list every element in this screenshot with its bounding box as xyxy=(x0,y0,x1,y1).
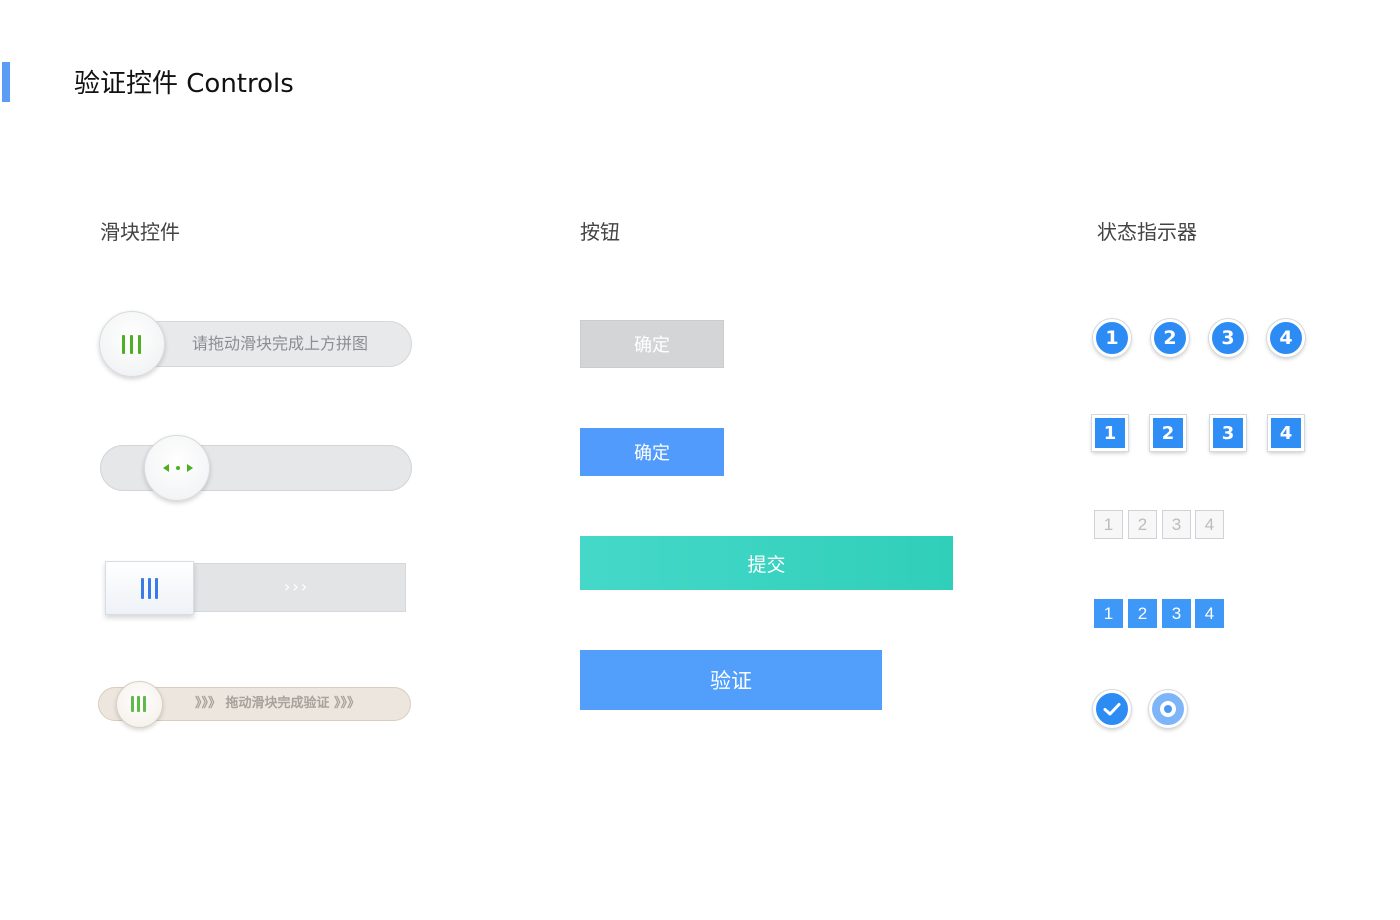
section-title-buttons: 按钮 xyxy=(580,220,620,244)
radio-selected-icon xyxy=(1160,701,1176,717)
step-circle-3[interactable]: 3 xyxy=(1209,319,1247,357)
page-title: 验证控件 Controls xyxy=(74,69,294,99)
grip-lines-icon xyxy=(131,696,146,712)
slider4-hint: 》》》 拖动滑块完成验证 》》》 xyxy=(195,696,361,711)
step-square-4[interactable]: 4 xyxy=(1268,415,1304,451)
title-accent-bar xyxy=(2,62,10,102)
grip-lines-icon xyxy=(141,578,158,599)
page-box-outline-3[interactable]: 3 xyxy=(1162,510,1191,539)
check-icon xyxy=(1103,703,1121,716)
step-square-1[interactable]: 1 xyxy=(1092,415,1128,451)
slider1-handle[interactable] xyxy=(99,311,165,377)
page-box-filled-1[interactable]: 1 xyxy=(1094,599,1123,628)
section-title-indicators: 状态指示器 xyxy=(1097,220,1197,244)
slider1-hint: 请拖动滑块完成上方拼图 xyxy=(192,334,369,353)
submit-button[interactable]: 提交 xyxy=(580,536,953,590)
step-circle-1[interactable]: 1 xyxy=(1093,319,1131,357)
verify-button[interactable]: 验证 xyxy=(580,650,882,710)
page-box-filled-4[interactable]: 4 xyxy=(1195,599,1224,628)
step-square-2[interactable]: 2 xyxy=(1150,415,1186,451)
step-circle-2[interactable]: 2 xyxy=(1151,319,1189,357)
page-box-outline-4[interactable]: 4 xyxy=(1195,510,1224,539)
section-title-sliders: 滑块控件 xyxy=(100,220,180,244)
page-box-filled-3[interactable]: 3 xyxy=(1162,599,1191,628)
step-circle-4[interactable]: 4 xyxy=(1267,319,1305,357)
radio-status[interactable] xyxy=(1149,690,1187,728)
slider4-handle[interactable] xyxy=(116,681,163,728)
left-right-arrows-icon xyxy=(163,464,193,472)
check-status[interactable] xyxy=(1093,690,1131,728)
page-box-outline-1[interactable]: 1 xyxy=(1094,510,1123,539)
slider3-chevrons: ››› xyxy=(284,577,310,596)
confirm-button[interactable]: 确定 xyxy=(580,428,724,476)
page-box-outline-2[interactable]: 2 xyxy=(1128,510,1157,539)
slider3-handle[interactable] xyxy=(105,561,194,615)
step-square-3[interactable]: 3 xyxy=(1210,415,1246,451)
page-box-filled-2[interactable]: 2 xyxy=(1128,599,1157,628)
confirm-button-disabled[interactable]: 确定 xyxy=(580,320,724,368)
slider2-handle[interactable] xyxy=(144,435,210,501)
grip-lines-icon xyxy=(122,335,141,354)
